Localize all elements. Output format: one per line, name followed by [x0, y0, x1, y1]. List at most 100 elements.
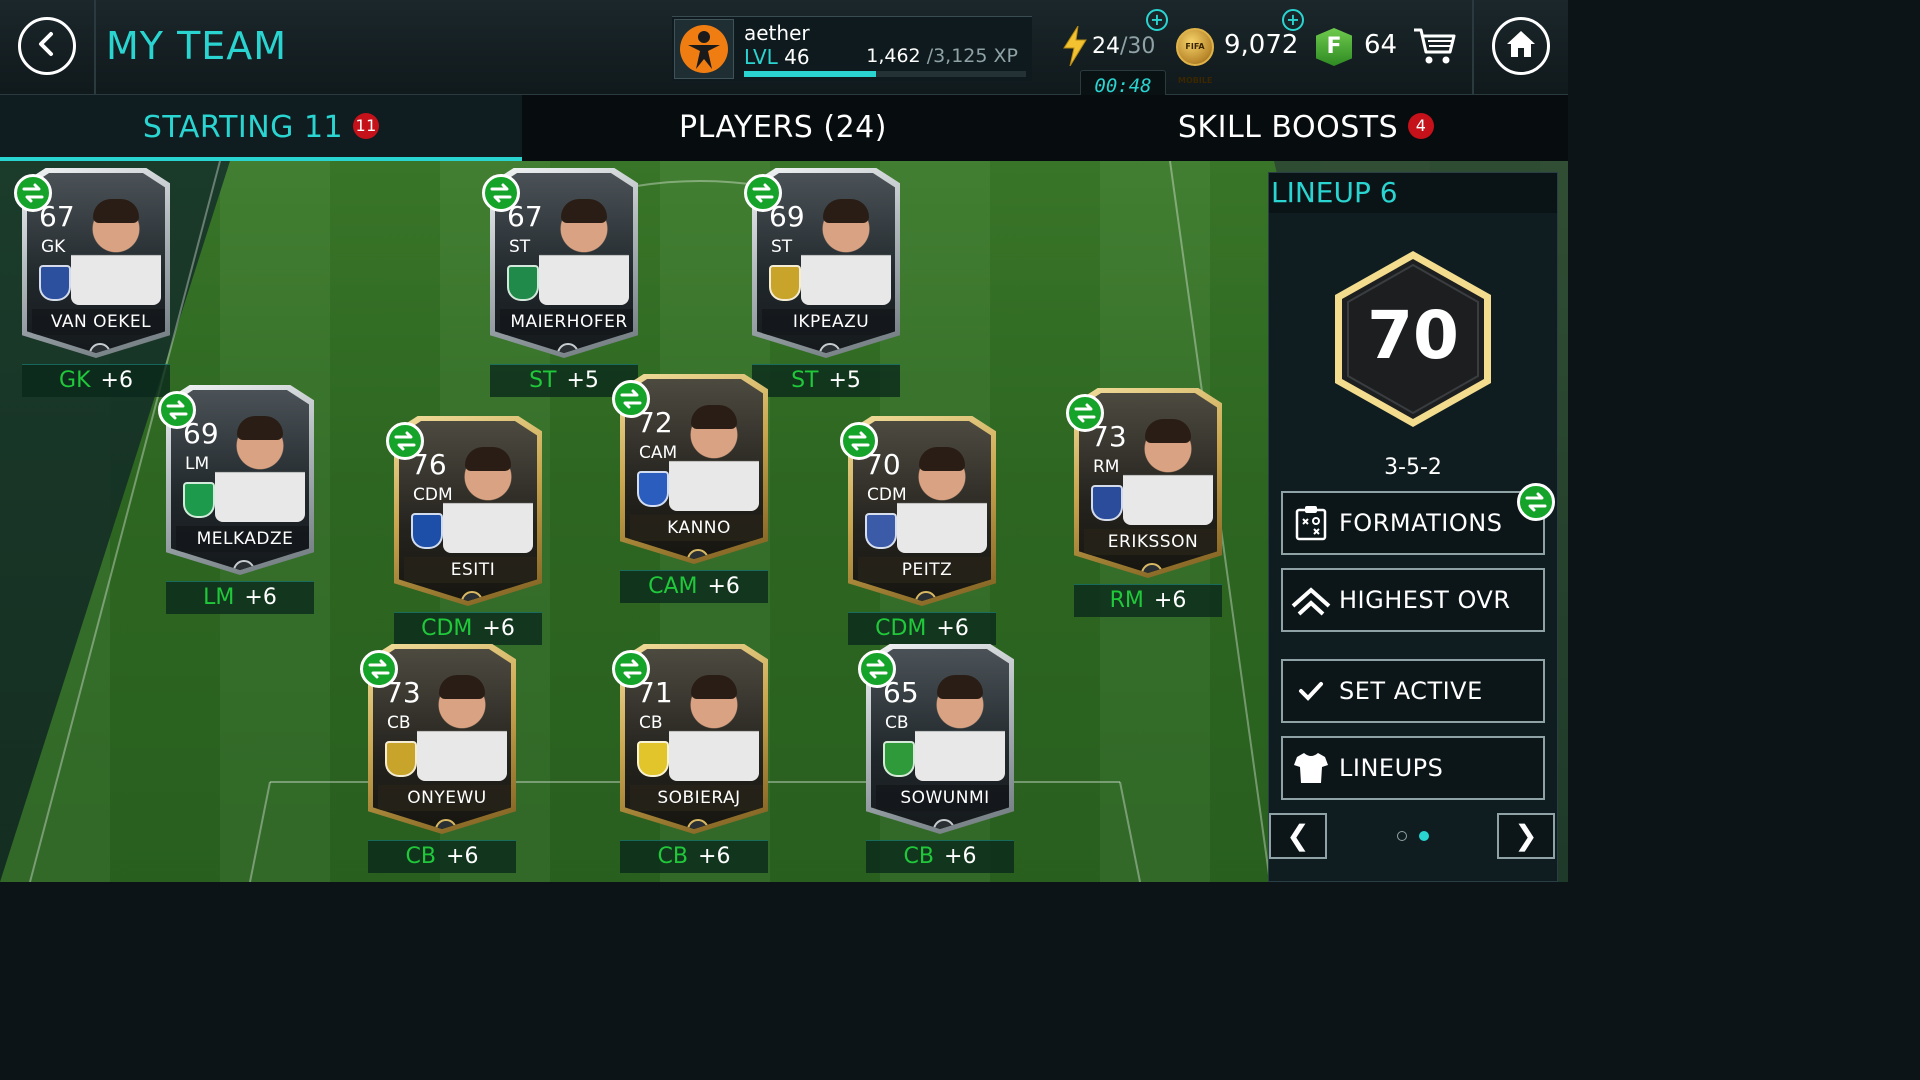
player-portrait [669, 669, 759, 781]
player-portrait [443, 441, 533, 553]
tier-medal-icon [461, 591, 483, 601]
energy-meter[interactable]: 24/30 [1062, 22, 1182, 72]
swap-icon [1517, 483, 1555, 521]
player-position: CB [885, 713, 909, 733]
chemistry-boost: +6 [446, 844, 479, 869]
player-card-cb-right[interactable]: 65 CB SOWUNMI CB +6 [858, 644, 1016, 874]
tier-medal-icon [435, 819, 457, 829]
page-dot-2[interactable] [1419, 831, 1429, 841]
chemistry-boost: +6 [244, 585, 277, 610]
swap-player-icon[interactable] [158, 391, 196, 429]
position-boost-bar: ST +5 [752, 364, 900, 397]
swap-player-icon[interactable] [744, 174, 782, 212]
player-card-cdm-right[interactable]: 70 CDM PEITZ CDM +6 [840, 416, 998, 646]
button-label: SET ACTIVE [1339, 677, 1483, 705]
lineup-panel: LINEUP 6 70 3-5-2 FORMATIONS HIGHEST OVR… [1268, 172, 1558, 882]
tab-label: SKILL BOOSTS [1177, 110, 1399, 145]
player-card-cdm-left[interactable]: 76 CDM ESITI CDM +6 [386, 416, 544, 646]
lightning-icon [1062, 25, 1088, 70]
swap-player-icon[interactable] [1066, 394, 1104, 432]
jersey-icon [1283, 738, 1339, 798]
lineups-button[interactable]: LINEUPS [1281, 736, 1545, 800]
top-bar: MY TEAM aether LVL 46 1,462 /3,125 XP 24… [0, 0, 1568, 102]
swap-player-icon[interactable] [360, 650, 398, 688]
lineup-pager: ❮ ❯ [1269, 813, 1557, 861]
position-boost-bar: CDM +6 [848, 612, 996, 645]
chemistry-boost: +5 [828, 368, 861, 393]
tab-starting-11[interactable]: STARTING 11 11 [0, 95, 522, 161]
player-level: LVL 46 [744, 45, 810, 69]
swap-player-icon[interactable] [840, 422, 878, 460]
page-title: MY TEAM [106, 24, 288, 68]
tab-label: STARTING 11 [142, 110, 344, 145]
avatar [674, 19, 734, 79]
formation-label: 3-5-2 [1384, 455, 1442, 480]
profile-panel[interactable]: aether LVL 46 1,462 /3,125 XP [672, 16, 1032, 81]
club-crest-icon [637, 471, 669, 507]
player-name: VAN OEKEL [32, 309, 165, 335]
highest-ovr-button[interactable]: HIGHEST OVR [1281, 568, 1545, 632]
player-card-st-right[interactable]: 69 ST IKPEAZU ST +5 [744, 168, 902, 398]
cart-icon [1412, 28, 1456, 72]
home-icon [1505, 29, 1537, 63]
swap-player-icon[interactable] [14, 174, 52, 212]
prev-lineup-button[interactable]: ❮ [1269, 813, 1327, 859]
position-boost-bar: RM +6 [1074, 584, 1222, 617]
tier-medal-icon [915, 591, 937, 601]
player-card-cam[interactable]: 72 CAM KANNO CAM +6 [612, 374, 770, 604]
tier-medal-icon [933, 819, 955, 829]
xp-readout: 1,462 /3,125 XP [866, 45, 1018, 67]
next-lineup-button[interactable]: ❯ [1497, 813, 1555, 859]
position-boost-bar: CAM +6 [620, 570, 768, 603]
chemistry-boost: +6 [944, 844, 977, 869]
club-crest-icon [865, 513, 897, 549]
set-active-button[interactable]: SET ACTIVE [1281, 659, 1545, 723]
tab-skill-boosts[interactable]: SKILL BOOSTS 4 [1044, 95, 1568, 161]
swap-player-icon[interactable] [612, 380, 650, 418]
formations-button[interactable]: FORMATIONS [1281, 483, 1555, 555]
position-boost-bar: LM +6 [166, 581, 314, 614]
tier-medal-icon [687, 819, 709, 829]
chemistry-boost: +6 [698, 844, 731, 869]
player-portrait [801, 193, 891, 305]
tab-badge: 4 [1408, 112, 1435, 139]
player-name: ONYEWU [378, 785, 511, 811]
position-boost-bar: CB +6 [866, 840, 1014, 873]
player-position: CDM [867, 485, 907, 505]
lineup-title: LINEUP 6 [1269, 173, 1557, 213]
store-cart-button[interactable] [1412, 24, 1456, 68]
player-position: CB [387, 713, 411, 733]
fifa-points-balance: 64 [1364, 30, 1398, 60]
player-position: LM [185, 454, 210, 474]
player-card-st-left[interactable]: 67 ST MAIERHOFER ST +5 [482, 168, 640, 398]
swap-player-icon[interactable] [386, 422, 424, 460]
tab-badge: 11 [353, 112, 380, 139]
tab-players[interactable]: PLAYERS (24) [522, 95, 1044, 161]
player-portrait [915, 669, 1005, 781]
slot-position: ST [791, 368, 819, 393]
chemistry-boost: +6 [707, 574, 740, 599]
player-card-cb-center[interactable]: 71 CB SOBIERAJ CB +6 [612, 644, 770, 874]
swap-player-icon[interactable] [858, 650, 896, 688]
page-dot-1[interactable] [1397, 831, 1407, 841]
player-name: MAIERHOFER [500, 309, 633, 335]
back-button[interactable] [18, 17, 76, 75]
player-name: ERIKSSON [1084, 529, 1217, 555]
player-card-rm[interactable]: 73 RM ERIKSSON RM +6 [1066, 388, 1224, 618]
player-card-gk[interactable]: 67 GK VAN OEKEL GK +6 [14, 168, 172, 398]
tab-label: PLAYERS (24) [679, 110, 887, 145]
player-name: SOWUNMI [876, 785, 1009, 811]
button-label: HIGHEST OVR [1339, 586, 1511, 614]
add-coins-button[interactable]: + [1282, 9, 1304, 31]
swap-player-icon[interactable] [482, 174, 520, 212]
button-label: FORMATIONS [1339, 509, 1503, 537]
add-energy-button[interactable]: + [1146, 9, 1168, 31]
chemistry-boost: +5 [566, 368, 599, 393]
swap-player-icon[interactable] [612, 650, 650, 688]
player-card-cb-left[interactable]: 73 CB ONYEWU CB +6 [360, 644, 518, 874]
player-card-lm[interactable]: 69 LM MELKADZE LM +6 [158, 385, 316, 615]
player-portrait [897, 441, 987, 553]
home-button[interactable] [1492, 17, 1550, 75]
player-position: ST [771, 237, 793, 257]
club-crest-icon [769, 265, 801, 301]
